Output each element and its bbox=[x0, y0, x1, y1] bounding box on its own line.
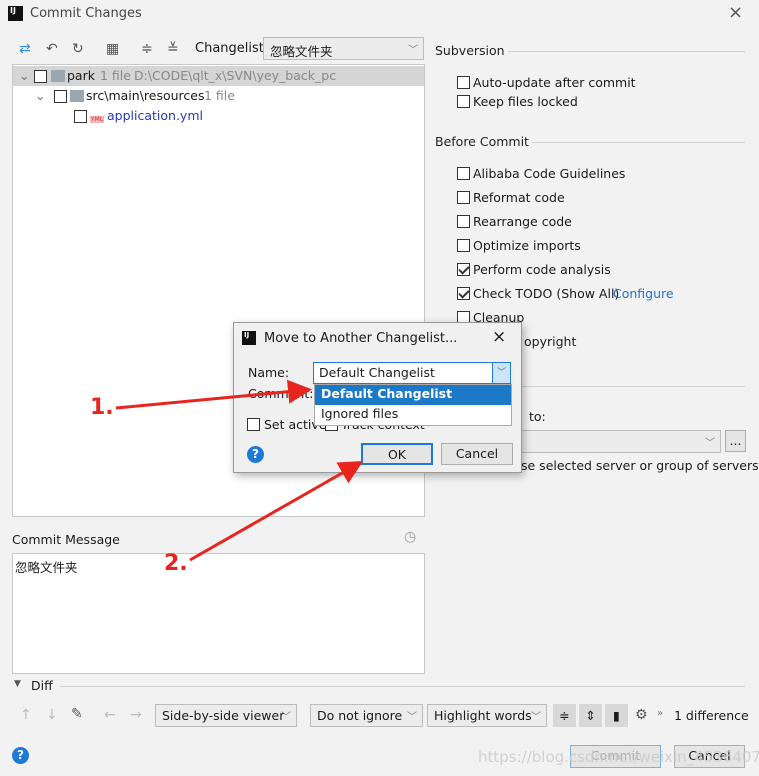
arrow-2 bbox=[189, 461, 364, 562]
step-2-label: 2. bbox=[164, 551, 188, 576]
annotation-arrows bbox=[115, 379, 364, 562]
arrow-1 bbox=[115, 379, 312, 410]
step-1-label: 1. bbox=[90, 395, 114, 420]
